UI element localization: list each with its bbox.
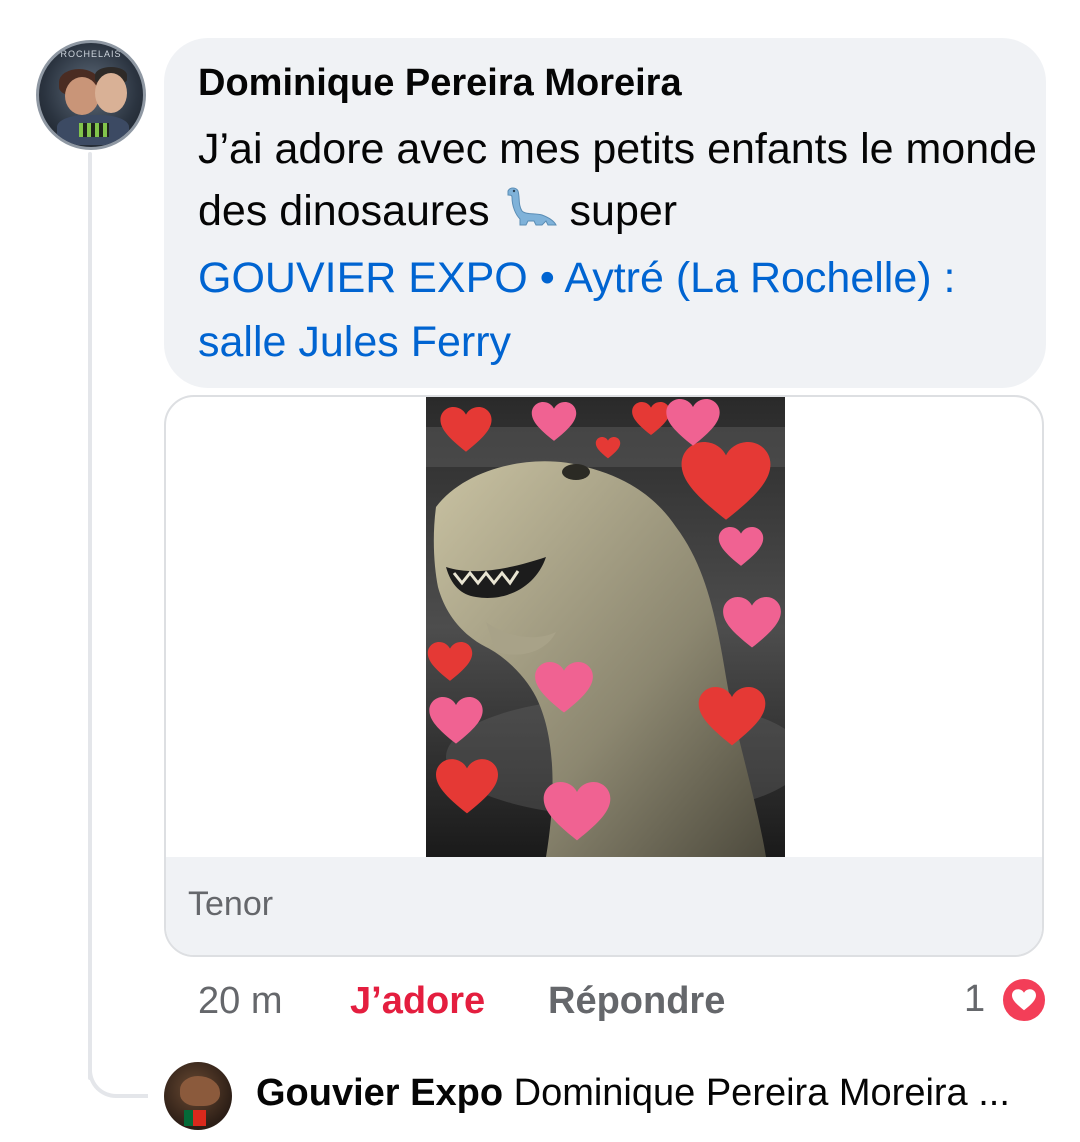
thread-connector-line [88, 152, 92, 1080]
dinosaur-hearts-gif[interactable] [426, 397, 785, 857]
comment-text: J’ai adore avec mes petits enfants le mo… [198, 118, 1038, 242]
commenter-avatar[interactable]: ROCHELAIS [36, 40, 146, 150]
reply-preview[interactable]: Gouvier Expo Dominique Pereira Moreira .… [256, 1072, 1010, 1115]
gif-source-footer: Tenor [166, 857, 1042, 955]
comment-body-end: super [569, 187, 678, 235]
love-reaction-button[interactable]: J’adore [350, 980, 485, 1028]
gif-attachment-card[interactable]: Tenor [164, 395, 1044, 957]
avatar-person-2 [95, 73, 127, 113]
reply-snippet: Dominique Pereira Moreira ... [513, 1072, 1010, 1114]
reply-button[interactable]: Répondre [548, 980, 725, 1028]
page-avatar[interactable] [164, 1062, 232, 1130]
reaction-count[interactable]: 1 [964, 978, 985, 1021]
tagged-page-link[interactable]: GOUVIER EXPO • Aytré (La Rochelle) : sal… [198, 246, 1038, 374]
avatar-decoration [79, 123, 109, 137]
sauropod-emoji-icon [507, 187, 557, 226]
love-reaction-icon[interactable] [1000, 976, 1048, 1024]
avatar-flag [184, 1110, 206, 1126]
comment-timestamp[interactable]: 20 m [198, 980, 282, 1028]
reply-author[interactable]: Gouvier Expo [256, 1072, 503, 1114]
avatar-dinosaur [180, 1076, 220, 1106]
comment-author[interactable]: Dominique Pereira Moreira [198, 62, 682, 105]
avatar-person-1 [65, 77, 99, 115]
thread-connector-curve [88, 1050, 148, 1098]
gif-image [426, 397, 785, 857]
heart-icon [1012, 989, 1036, 1011]
avatar-badge-text: ROCHELAIS [60, 49, 122, 59]
tenor-label: Tenor [188, 885, 274, 923]
